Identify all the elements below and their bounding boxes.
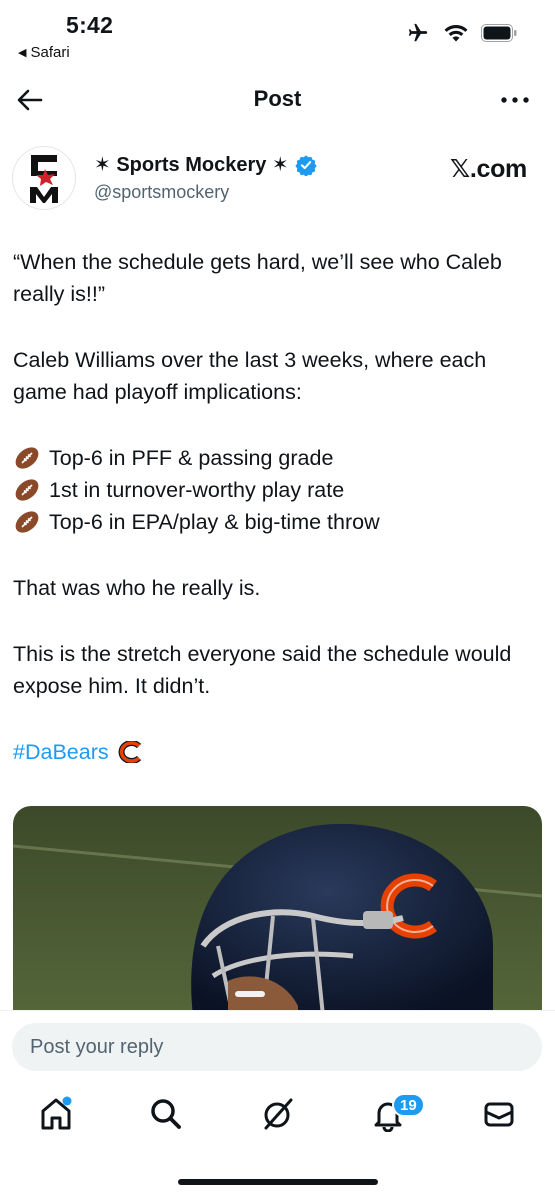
bears-c-logo-icon [118,741,141,763]
status-time: 5:42 [66,12,114,38]
x-com-link[interactable]: 𝕏.com [450,154,527,184]
post-media-image[interactable] [13,806,542,1016]
page-title: Post [253,86,302,111]
post-quote: “When the schedule gets hard, we’ll see … [13,250,502,306]
sports-mockery-logo [30,155,58,203]
reply-input[interactable]: Post your reply [12,1023,542,1071]
messages-icon [484,1102,514,1127]
reply-placeholder: Post your reply [30,1036,164,1058]
back-triangle-icon: ◀ [18,47,27,59]
back-app-label: Safari [30,44,70,61]
grok-icon [264,1098,293,1130]
tab-grok[interactable] [256,1092,300,1136]
home-icon [41,1096,72,1130]
post-line: This is the stretch everyone said the sc… [13,642,512,698]
author-name-row[interactable]: ✶ Sports Mockery ✶ [94,152,317,177]
football-icon [15,479,39,501]
verified-badge-icon [295,154,317,176]
bullet-item: 1st in turnover-worthy play rate [13,474,545,506]
hashtag-link[interactable]: #DaBears [13,736,143,768]
wifi-icon [444,24,468,42]
reply-bar: Post your reply [0,1010,555,1080]
author-row: ✶ Sports Mockery ✶ @sportsmockery 𝕏.com [12,144,543,214]
battery-icon [481,24,517,42]
football-player-photo [13,806,542,1016]
search-icon [151,1099,181,1129]
home-indicator [178,1179,378,1185]
bottom-tab-bar [0,1080,555,1160]
tab-home[interactable] [34,1092,78,1136]
bullet-text: Top-6 in EPA/play & big-time throw [49,510,380,534]
notification-count-badge: 19 [392,1093,425,1117]
post-header: Post [0,70,555,128]
post-line: That was who he really is. [13,576,261,600]
post-text: “When the schedule gets hard, we’ll see … [13,246,545,768]
status-icons [405,22,517,44]
bullet-text: Top-6 in PFF & passing grade [49,446,334,470]
bullet-item: Top-6 in PFF & passing grade [13,442,545,474]
bullet-item: Top-6 in EPA/play & big-time throw [13,506,545,538]
tab-search[interactable] [144,1092,188,1136]
football-icon [15,447,39,469]
avatar[interactable] [12,146,76,210]
status-bar: 5:42 ◀ Safari [0,0,555,70]
post-intro: Caleb Williams over the last 3 weeks, wh… [13,348,487,404]
more-horizontal-icon[interactable] [499,88,531,112]
airplane-mode-icon [408,23,428,42]
hashtag-text: #DaBears [13,740,109,764]
author-handle[interactable]: @sportsmockery [94,182,229,203]
bullet-text: 1st in turnover-worthy play rate [49,478,345,502]
tab-messages[interactable] [477,1092,521,1136]
football-icon [15,511,39,533]
author-name: ✶ Sports Mockery ✶ [94,154,289,176]
back-to-app-link[interactable]: ◀ Safari [18,44,70,61]
